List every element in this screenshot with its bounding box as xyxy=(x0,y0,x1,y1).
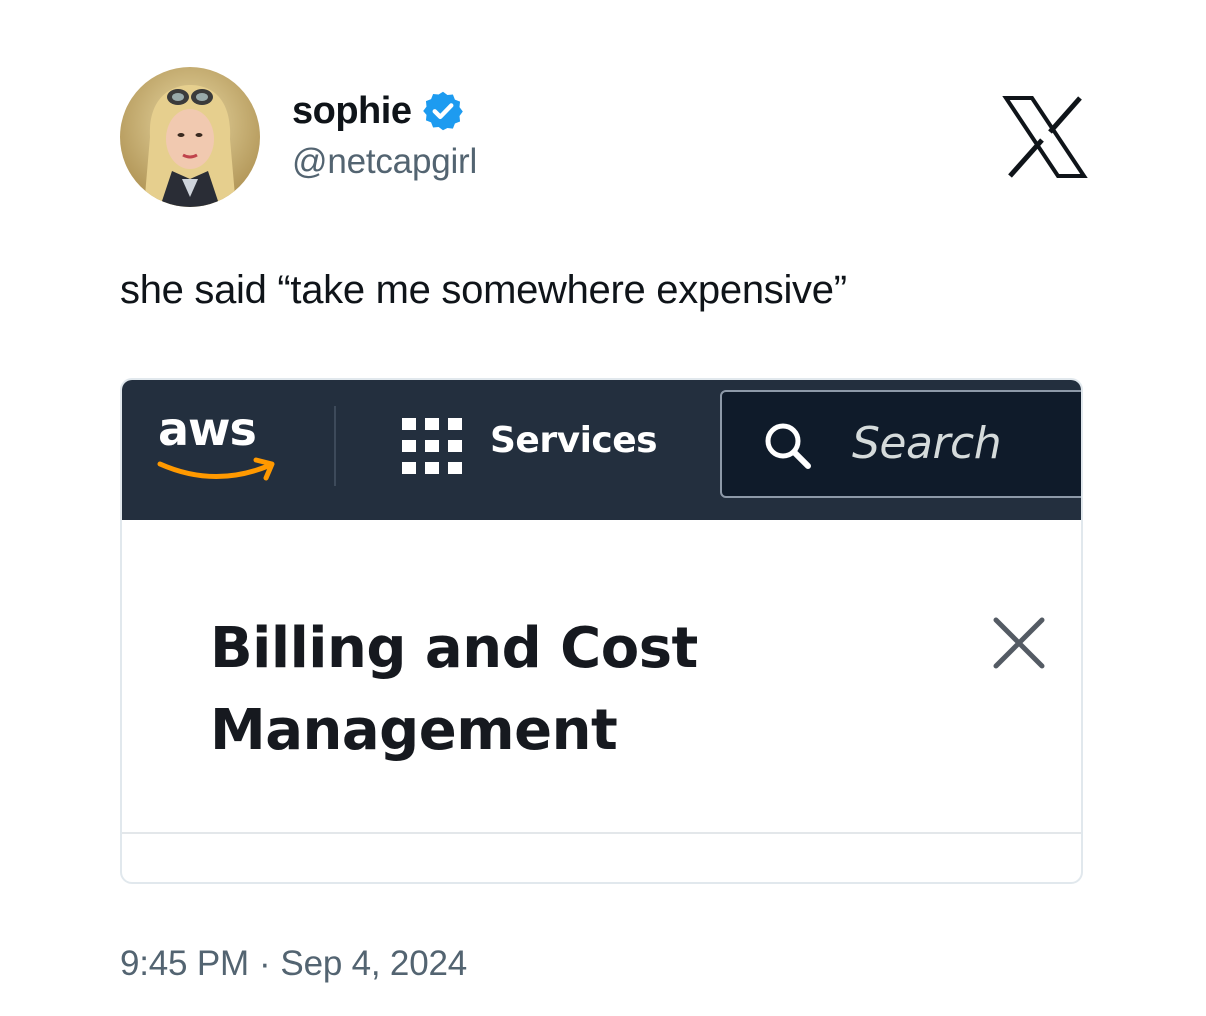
x-logo-icon[interactable] xyxy=(1002,96,1088,178)
search-placeholder: Search xyxy=(852,418,1002,469)
nav-divider xyxy=(334,406,336,486)
tweet-text: she said “take me somewhere expensive” xyxy=(120,268,847,312)
tweet-card: sophie @netcapgirl she said “take me som… xyxy=(0,0,1206,1016)
aws-logo-text: aws xyxy=(158,402,257,456)
close-icon xyxy=(993,617,1045,669)
aws-logo: aws xyxy=(157,402,278,492)
author-handle[interactable]: @netcapgirl xyxy=(292,142,477,182)
aws-search-field: Search xyxy=(720,390,1081,498)
tweet-timestamp[interactable]: 9:45 PM · Sep 4, 2024 xyxy=(120,944,467,984)
user-avatar[interactable] xyxy=(120,67,260,207)
author-display-name[interactable]: sophie xyxy=(292,90,412,133)
verified-badge-icon xyxy=(423,91,464,131)
tweet-time: 9:45 PM xyxy=(120,944,249,983)
aws-smile-icon xyxy=(157,457,275,481)
panel-title: Billing and Cost Management xyxy=(210,616,698,763)
avatar-image xyxy=(120,67,260,207)
timestamp-separator: · xyxy=(258,944,271,983)
author-name-row[interactable]: sophie xyxy=(292,86,465,136)
services-grid-icon xyxy=(402,418,462,474)
search-icon xyxy=(765,423,811,469)
aws-nav-bar: aws Services Search xyxy=(122,380,1081,520)
tweet-date: Sep 4, 2024 xyxy=(280,944,467,983)
attached-image[interactable]: aws Services Search Billing and Cost Man… xyxy=(120,378,1083,884)
services-menu-button: Services xyxy=(490,420,658,461)
panel-divider xyxy=(122,832,1081,834)
